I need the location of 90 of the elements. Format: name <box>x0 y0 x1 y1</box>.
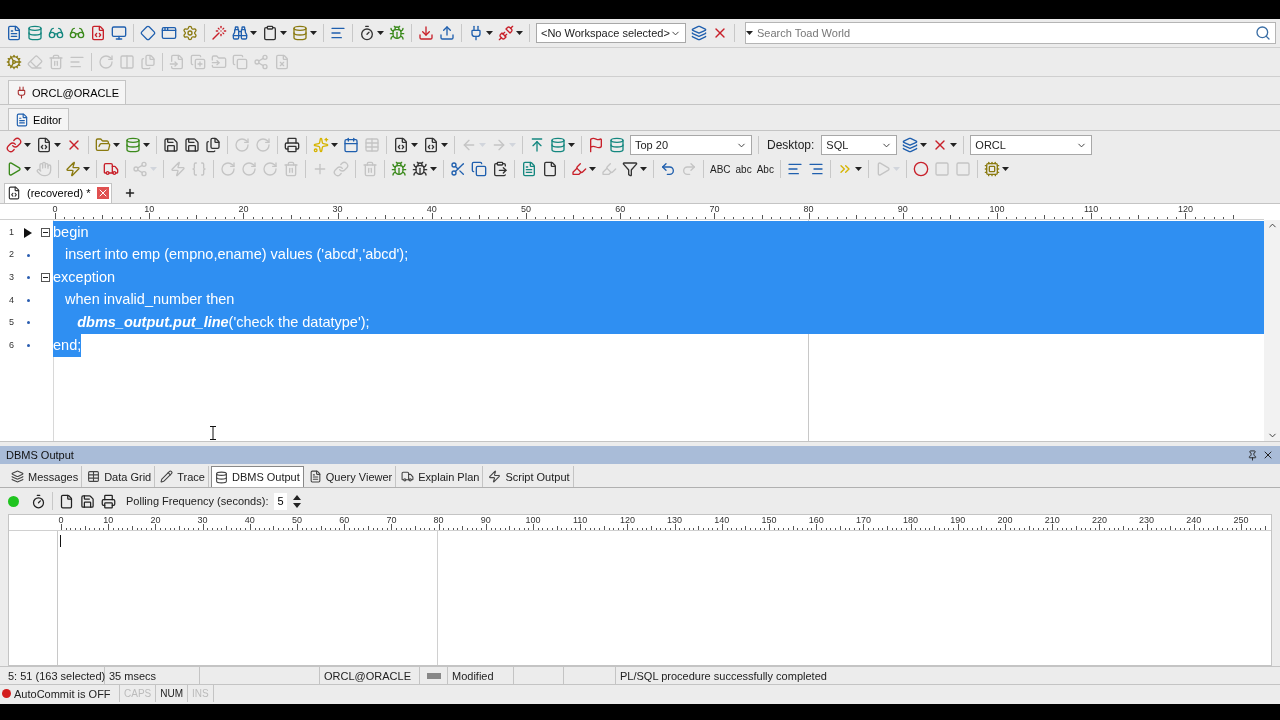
cursor-position: 5: 51 (163 selected) <box>0 667 105 685</box>
ruler-label: 10 <box>144 204 155 215</box>
ruler-label: 10 <box>103 515 114 526</box>
ruler-label: 210 <box>1044 515 1060 526</box>
ruler-label: 90 <box>480 515 491 526</box>
tab-label: Trace <box>177 469 205 485</box>
tab-label: Explain Plan <box>418 469 480 485</box>
ruler-label: 20 <box>150 515 161 526</box>
ruler-label: 120 <box>619 515 635 526</box>
modified-status: Modified <box>448 667 514 685</box>
ruler-label: 220 <box>1091 515 1107 526</box>
ruler-label: 70 <box>709 204 720 215</box>
ruler-label: 180 <box>903 515 919 526</box>
ruler-label: 100 <box>525 515 541 526</box>
editor-tab[interactable]: Editor <box>8 108 69 131</box>
code-line: dbms_output.put_line('check the datatype'); <box>76 313 370 333</box>
ruler-label: 140 <box>714 515 730 526</box>
line-number: 5 <box>8 316 14 330</box>
output-tab[interactable]: DBMS Output <box>210 466 304 488</box>
ruler-label: 20 <box>238 204 249 215</box>
ruler-label: 50 <box>521 204 531 215</box>
ruler-label: 190 <box>950 515 966 526</box>
ruler-label: 40 <box>426 204 437 215</box>
dropdown[interactable]: SQL <box>821 135 898 156</box>
ruler-label: 160 <box>808 515 824 526</box>
ruler-label: 70 <box>386 515 397 526</box>
ruler-label: 150 <box>761 515 777 526</box>
ruler-label: 60 <box>615 204 626 215</box>
ruler-label: 110 <box>573 515 588 526</box>
ruler-label: 30 <box>197 515 208 526</box>
toolbar-label: Desktop: <box>766 137 816 155</box>
tab-label: DBMS Output <box>231 470 300 485</box>
connection-name: ORCL@ORACLE <box>320 667 420 685</box>
code-line: insert into emp (empno,ename) values ('abcd','abcd'); <box>64 245 409 265</box>
case-button[interactable]: ABC <box>708 158 733 181</box>
output-tab[interactable]: Explain Plan <box>398 466 484 488</box>
tab-label: Messages <box>28 469 79 485</box>
ruler-label: 230 <box>1139 515 1155 526</box>
ruler-label: 90 <box>897 204 908 215</box>
ruler-label: 120 <box>1177 204 1193 215</box>
panel-title: DBMS Output <box>6 448 74 463</box>
execution-time: 35 msecs <box>105 667 200 685</box>
output-tab[interactable]: Script Output <box>485 466 574 488</box>
line-number: 2 <box>8 248 14 262</box>
ruler-label: 80 <box>803 204 814 215</box>
tab-label: Data Grid <box>104 469 152 485</box>
code-line: end; <box>53 335 82 355</box>
polling-spinner[interactable]: 5 <box>274 493 301 510</box>
case-button[interactable]: abc <box>733 158 754 181</box>
polling-label: Polling Frequency (seconds): <box>126 494 269 509</box>
autocommit-status: AutoCommit is OFF <box>14 686 111 702</box>
key-indicator: NUM <box>156 685 188 703</box>
code-line: exception <box>53 267 116 287</box>
output-tab[interactable]: Data Grid <box>84 466 156 488</box>
ruler-label: 200 <box>997 515 1013 526</box>
tab-label: Script Output <box>505 469 570 485</box>
line-number: 3 <box>8 271 14 284</box>
ruler-label: 60 <box>339 515 350 526</box>
ruler-label: 100 <box>989 204 1005 215</box>
search-box[interactable]: Search Toad World <box>745 22 1276 45</box>
ruler-label: 30 <box>332 204 343 215</box>
tab-label: Query Viewer <box>325 469 393 485</box>
ruler-label: 250 <box>1233 515 1249 526</box>
code-line: when invalid_number then <box>64 290 235 310</box>
dropdown[interactable]: <No Workspace selected> <box>536 23 686 44</box>
document-tab[interactable]: (recovered) * <box>4 182 112 203</box>
ruler-label: 50 <box>292 515 302 526</box>
connection-tab[interactable]: ORCL@ORACLE <box>8 80 126 105</box>
line-number: 1 <box>8 225 14 239</box>
tab-label: Editor <box>33 112 62 128</box>
line-number: 4 <box>8 293 14 307</box>
line-number: 6 <box>8 338 14 352</box>
code-line: begin <box>53 222 89 242</box>
output-tab[interactable]: Trace <box>157 466 209 488</box>
ruler-label: 110 <box>1084 204 1099 215</box>
tab-label: ORCL@ORACLE <box>32 85 119 101</box>
output-tab[interactable]: Query Viewer <box>305 466 397 488</box>
output-tab[interactable]: Messages <box>8 466 83 488</box>
ruler-label: 240 <box>1186 515 1202 526</box>
dropdown[interactable]: ORCL <box>970 135 1093 156</box>
ruler-label: 170 <box>855 515 871 526</box>
tab-label: (recovered) * <box>27 186 91 201</box>
ruler-label: 0 <box>52 204 58 215</box>
ruler-label: 40 <box>244 515 255 526</box>
status-message: PL/SQL procedure successfully completed <box>619 668 828 684</box>
ruler-label: 130 <box>667 515 683 526</box>
case-button[interactable]: Abc <box>754 158 776 181</box>
ruler-label: 80 <box>433 515 444 526</box>
dropdown[interactable]: Top 20 <box>630 135 752 156</box>
ruler-label: 0 <box>58 515 64 526</box>
